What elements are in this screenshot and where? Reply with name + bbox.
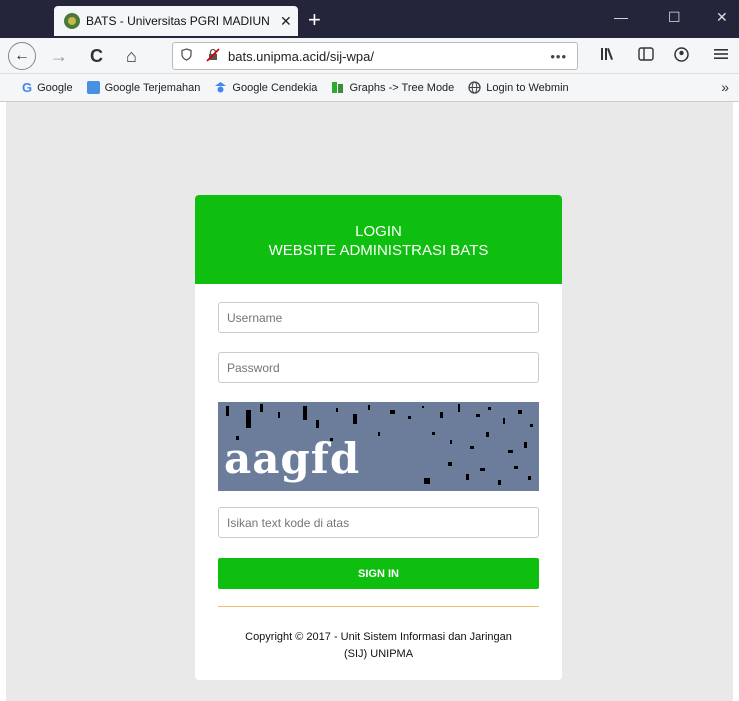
captcha-text: aagfd	[224, 434, 361, 483]
copyright-line-2: (SIJ) UNIPMA	[343, 648, 414, 660]
bookmarks-bar: G Google Google Terjemahan Google Cendek…	[0, 74, 739, 102]
password-input[interactable]	[218, 352, 539, 383]
bookmark-google-terjemahan[interactable]: Google Terjemahan	[86, 81, 201, 94]
bookmark-label: Login to Webmin	[486, 81, 569, 94]
translate-icon	[86, 81, 100, 94]
page-background: LOGIN WEBSITE ADMINISTRASI BATS Username…	[6, 102, 733, 701]
bookmark-label: Graphs -> Tree Mode	[349, 81, 455, 94]
bookmark-label: Google	[37, 81, 73, 94]
sign-in-button[interactable]: SIGN IN	[218, 558, 539, 589]
graph-icon	[331, 81, 344, 94]
login-subtitle: WEBSITE ADMINISTRASI BATS	[268, 242, 489, 259]
bookmark-label: Google Cendekia	[232, 81, 318, 94]
scholar-icon	[214, 81, 227, 94]
site-favicon-icon	[64, 13, 80, 29]
navigation-bar: ← → C ⌂ bats.unipma.acid/sij-wpa/ •••	[0, 38, 739, 74]
account-icon[interactable]	[674, 47, 689, 65]
browser-tab[interactable]: BATS - Universitas PGRI MADIUN ✕	[54, 6, 298, 36]
menu-icon[interactable]	[714, 47, 728, 63]
bookmark-login-to-webmin[interactable]: Login to Webmin	[468, 81, 569, 94]
globe-icon	[468, 81, 481, 94]
bookmark-google-cendekia[interactable]: Google Cendekia	[214, 81, 317, 94]
tab-title: BATS - Universitas PGRI MADIUN	[86, 14, 270, 28]
page-actions-menu[interactable]: •••	[550, 49, 567, 64]
captcha-input[interactable]	[218, 507, 539, 538]
home-button[interactable]: ⌂	[126, 44, 137, 68]
browser-titlebar: BATS - Universitas PGRI MADIUN ✕ + — ☐ ✕	[0, 0, 739, 38]
shield-icon[interactable]	[181, 48, 192, 64]
sidebar-icon[interactable]	[638, 47, 654, 64]
url-text[interactable]: bats.unipma.acid/sij-wpa/	[228, 49, 374, 64]
back-button[interactable]: ←	[8, 42, 36, 70]
insecure-lock-icon[interactable]	[206, 47, 220, 65]
address-bar[interactable]: bats.unipma.acid/sij-wpa/ •••	[172, 42, 578, 70]
bookmark-label: Google Terjemahan	[104, 81, 201, 94]
forward-button[interactable]: →	[50, 44, 68, 68]
bookmark-google[interactable]: G Google	[22, 81, 73, 94]
library-icon[interactable]	[600, 47, 616, 64]
username-input[interactable]	[218, 302, 539, 333]
copyright-text: Copyright © 2017 - Unit Sistem Informasi…	[218, 629, 539, 663]
google-icon: G	[22, 80, 33, 95]
close-window-icon[interactable]: ✕	[716, 9, 728, 26]
bookmark-graphs-tree-mode[interactable]: Graphs -> Tree Mode	[331, 81, 454, 94]
captcha-image: aagfd	[218, 402, 539, 491]
login-title: LOGIN	[355, 223, 402, 240]
login-card: LOGIN WEBSITE ADMINISTRASI BATS Username…	[195, 195, 562, 680]
maximize-icon[interactable]: ☐	[668, 9, 681, 26]
new-tab-button[interactable]: +	[308, 7, 321, 33]
tab-close-icon[interactable]: ✕	[280, 13, 292, 30]
bookmarks-overflow-button[interactable]: »	[721, 79, 729, 95]
copyright-line-1: Copyright © 2017 - Unit Sistem Informasi…	[245, 631, 512, 643]
divider	[218, 606, 539, 607]
reload-button[interactable]: C	[90, 44, 103, 68]
minimize-icon[interactable]: —	[614, 9, 628, 25]
login-header: LOGIN WEBSITE ADMINISTRASI BATS	[195, 195, 562, 284]
